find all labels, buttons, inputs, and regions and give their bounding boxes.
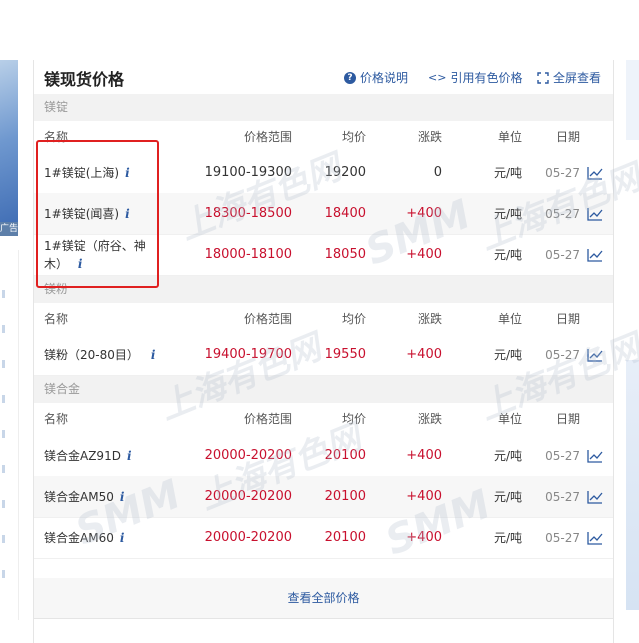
- price-range: 18000-18100: [204, 247, 292, 262]
- unit: 元/吨: [493, 207, 522, 221]
- col-range: 价格范围: [243, 130, 292, 144]
- column-header-row: 名称 价格范围 均价 涨跌 单位 日期: [34, 303, 613, 334]
- table-row: 镁合金AM60 i 20000-20200 20100 +400 元/吨 05-…: [34, 517, 613, 559]
- col-avg: 均价: [341, 312, 366, 326]
- price-change: +400: [406, 448, 442, 463]
- ad-tag: 广告: [0, 222, 18, 236]
- col-range: 价格范围: [243, 412, 292, 426]
- price-range: 19400-19700: [204, 347, 292, 362]
- col-name: 名称: [44, 412, 69, 426]
- line-chart-icon[interactable]: [584, 435, 606, 476]
- product-name[interactable]: 镁合金AZ91D: [44, 447, 121, 464]
- price-range: 20000-20200: [204, 448, 292, 463]
- date: 05-27: [545, 530, 580, 545]
- avg-price: 19550: [324, 347, 366, 362]
- panel-bottom-border: [34, 618, 613, 619]
- avg-price: 20100: [324, 489, 366, 504]
- fullscreen-link[interactable]: 全屏查看: [537, 69, 601, 86]
- right-banner-top[interactable]: [626, 60, 639, 140]
- date: 05-27: [545, 247, 580, 262]
- help-circle-icon: ?: [344, 71, 356, 84]
- avg-price: 20100: [324, 530, 366, 545]
- col-avg: 均价: [341, 130, 366, 144]
- unit: 元/吨: [493, 248, 522, 262]
- price-change: 0: [433, 165, 442, 180]
- info-icon[interactable]: i: [151, 348, 156, 362]
- line-chart-icon[interactable]: [584, 517, 606, 558]
- col-unit: 单位: [497, 130, 522, 144]
- panel-header: 镁现货价格 ? 价格说明 <> 引用有色价格 全屏查看: [34, 60, 613, 95]
- avg-price: 18400: [324, 206, 366, 221]
- unit: 元/吨: [493, 348, 522, 362]
- col-name: 名称: [44, 312, 69, 326]
- avg-price: 20100: [324, 448, 366, 463]
- price-range: 18300-18500: [204, 206, 292, 221]
- product-name[interactable]: 镁合金AM50: [44, 488, 114, 505]
- info-icon[interactable]: i: [127, 449, 132, 463]
- col-date: 日期: [555, 312, 580, 326]
- col-change: 涨跌: [417, 412, 442, 426]
- info-icon[interactable]: i: [120, 531, 125, 545]
- panel-title: 镁现货价格: [44, 70, 125, 89]
- unit: 元/吨: [493, 166, 522, 180]
- avg-price: 19200: [324, 165, 366, 180]
- right-banner-bottom[interactable]: [626, 360, 639, 610]
- section-magnesium-ingot: 镁锭: [34, 94, 613, 121]
- col-change: 涨跌: [417, 312, 442, 326]
- price-change: +400: [406, 247, 442, 262]
- unit: 元/吨: [493, 531, 522, 545]
- table-row: 镁合金AM50 i 20000-20200 20100 +400 元/吨 05-…: [34, 476, 613, 518]
- line-chart-icon[interactable]: [584, 152, 606, 193]
- date: 05-27: [545, 165, 580, 180]
- col-date: 日期: [555, 412, 580, 426]
- table-row: 镁粉（20-80目） i 19400-19700 19550 +400 元/吨 …: [34, 334, 613, 376]
- col-date: 日期: [555, 130, 580, 144]
- view-all-prices-link[interactable]: 查看全部价格: [34, 578, 613, 618]
- price-explain-link[interactable]: ? 价格说明: [344, 69, 408, 86]
- price-range: 19100-19300: [204, 165, 292, 180]
- left-news-list: [0, 250, 19, 620]
- date: 05-27: [545, 489, 580, 504]
- line-chart-icon[interactable]: [584, 476, 606, 517]
- price-range: 20000-20200: [204, 530, 292, 545]
- date: 05-27: [545, 206, 580, 221]
- price-range: 20000-20200: [204, 489, 292, 504]
- price-change: +400: [406, 530, 442, 545]
- column-header-row: 名称 价格范围 均价 涨跌 单位 日期: [34, 403, 613, 434]
- section-magnesium-alloy: 镁合金: [34, 376, 613, 403]
- annotation-highlight-box: [36, 140, 159, 288]
- avg-price: 18050: [324, 247, 366, 262]
- unit: 元/吨: [493, 449, 522, 463]
- left-sidebar: 广告: [0, 0, 19, 643]
- price-change: +400: [406, 489, 442, 504]
- fullscreen-icon: [537, 71, 549, 84]
- left-banner-image[interactable]: [0, 60, 18, 236]
- col-change: 涨跌: [417, 130, 442, 144]
- info-icon[interactable]: i: [120, 490, 125, 504]
- product-name[interactable]: 镁合金AM60: [44, 529, 114, 546]
- date: 05-27: [545, 448, 580, 463]
- unit: 元/吨: [493, 490, 522, 504]
- line-chart-icon[interactable]: [584, 334, 606, 375]
- table-row: 镁合金AZ91D i 20000-20200 20100 +400 元/吨 05…: [34, 435, 613, 477]
- col-avg: 均价: [341, 412, 366, 426]
- price-change: +400: [406, 347, 442, 362]
- code-icon: <>: [428, 71, 447, 84]
- product-name[interactable]: 镁粉（20-80目）: [44, 346, 139, 363]
- line-chart-icon[interactable]: [584, 234, 606, 275]
- cite-price-link[interactable]: <> 引用有色价格: [428, 69, 522, 86]
- line-chart-icon[interactable]: [584, 193, 606, 234]
- col-unit: 单位: [497, 312, 522, 326]
- date: 05-27: [545, 347, 580, 362]
- price-change: +400: [406, 206, 442, 221]
- col-range: 价格范围: [243, 312, 292, 326]
- col-unit: 单位: [497, 412, 522, 426]
